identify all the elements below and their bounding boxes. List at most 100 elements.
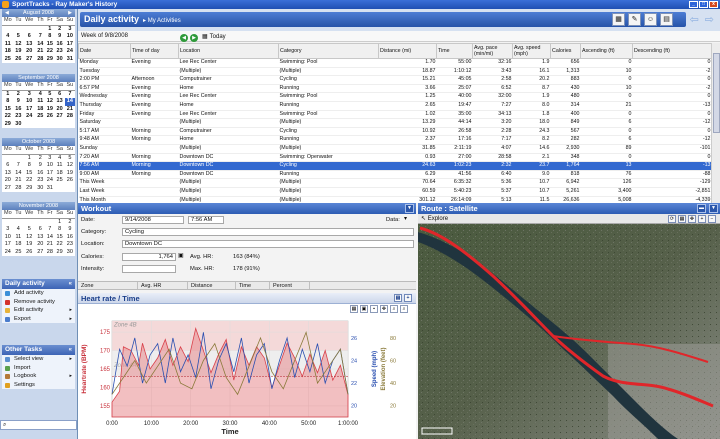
calendar-day[interactable]: 27 [35,249,45,257]
column-header[interactable]: Location [178,43,279,59]
calendar-day[interactable]: 13 [54,98,64,106]
calendar-day[interactable] [14,218,23,226]
table-row[interactable]: 9:00 AM Morning Downtown DC Running 6.29 41:5… [78,170,711,180]
calendar-day[interactable]: 16 [54,41,64,49]
zone-column-header[interactable]: Percent [270,282,310,289]
calendar-day[interactable]: 3 [2,226,14,234]
calendar-day[interactable]: 26 [65,177,75,185]
table-row[interactable]: Monday Evening Lee Rec Center Swimming: Poo… [78,58,711,68]
next-week-icon[interactable]: ▶ [190,33,198,42]
calendar-day[interactable]: 9 [14,98,23,106]
calendar-day[interactable]: 16 [65,234,75,242]
calendar-day[interactable]: 13 [35,234,45,242]
calendar-day[interactable]: 23 [54,48,64,56]
column-header[interactable]: Time of day [130,43,179,59]
calendar-day[interactable]: 6 [54,90,64,98]
prev-week-icon[interactable]: ◀ [180,33,188,42]
calendar-day[interactable]: 1 [45,25,54,33]
calendar-day[interactable]: 4 [35,90,45,98]
calendar-day[interactable]: 28 [14,185,23,193]
calendar-view-icon[interactable]: ▦ [612,13,625,26]
calendar-day[interactable]: 30 [14,121,23,129]
calendar-day[interactable]: 20 [2,177,14,185]
calendar-day[interactable]: 8 [45,33,54,41]
collapse-icon[interactable]: « [69,345,72,355]
table-row[interactable]: 2:00 PM Afternoon Computrainer Cycling 15.21… [78,75,711,85]
zoom-in-icon[interactable]: + [404,294,412,302]
calendar-day[interactable]: 7 [45,226,54,234]
calendar-day[interactable]: 21 [45,241,54,249]
task-item[interactable]: Edit activity ▸ [2,306,75,315]
calendar-day[interactable]: 25 [2,56,14,64]
calendar-day[interactable] [65,185,75,193]
calendar-day[interactable]: 6 [23,33,35,41]
calendar-day[interactable] [23,25,35,33]
calendar-day[interactable]: 27 [54,113,64,121]
table-row[interactable]: 7:56 AM Morning Downtown DC Cycling 24.63 1:0… [78,161,711,171]
calendar-day[interactable]: 17 [65,41,75,49]
calendar-day[interactable]: 9 [54,33,64,41]
zoom-out-icon[interactable]: − [708,215,716,223]
column-header[interactable]: Ascending (ft) [580,43,633,59]
task-item[interactable]: Add activity [2,289,75,298]
calendar-day[interactable]: 8 [23,162,35,170]
calendar-day[interactable] [45,218,54,226]
today-icon[interactable]: ▦ [202,32,208,43]
column-header[interactable]: Date [78,43,131,59]
calendar-day[interactable]: 29 [2,121,14,129]
data-dropdown-icon[interactable]: ▾ [404,216,407,222]
table-row[interactable]: 5:17 AM Morning Computrainer Cycling 10.92 26… [78,127,711,137]
calendar-day[interactable]: 28 [45,249,54,257]
calendar-day[interactable]: 26 [23,249,35,257]
table-row[interactable]: Sunday (Multiple) (Multiple) 31.85 2:11:19 4:… [78,144,711,154]
calendar-day[interactable]: 27 [2,185,14,193]
calendar-day[interactable]: 4 [14,226,23,234]
calendar-day[interactable]: 8 [54,226,64,234]
calendar-day[interactable]: 4 [54,154,64,162]
calendar-day[interactable]: 6 [35,226,45,234]
route-options-icon[interactable]: ▬ [697,204,706,213]
calendar-day[interactable]: 3 [65,25,75,33]
column-header[interactable]: Avg. pace (min/mi) [472,43,513,59]
calendar-day[interactable]: 15 [2,106,14,114]
calendar-day[interactable]: 2 [65,218,75,226]
calendar-day[interactable]: 17 [2,241,14,249]
task-item[interactable]: Logbook ▸ [2,372,75,381]
calendar-day[interactable] [2,218,14,226]
zoom-out-icon[interactable]: ⌕ [400,305,408,313]
grid-scrollbar[interactable] [711,43,720,203]
calendar-day[interactable]: 11 [2,41,14,49]
table-row[interactable]: This Month (Multiple) (Multiple) 301.12 26:1… [78,196,711,203]
collapse-icon[interactable]: « [69,279,72,289]
calendar-day[interactable]: 1 [54,218,64,226]
calendar-day[interactable]: 16 [14,106,23,114]
calendar-day[interactable]: 17 [45,170,54,178]
minimize-button[interactable]: _ [689,1,698,8]
calendar-day[interactable]: 22 [45,48,54,56]
prev-month-icon[interactable]: ◀ [5,9,9,17]
daily-activity-panel-header[interactable]: Daily activity « [2,279,75,289]
calendar-day[interactable]: 20 [35,241,45,249]
task-item[interactable]: Import [2,364,75,373]
zone-column-header[interactable]: Time [236,282,270,289]
calendar-day[interactable]: 30 [54,56,64,64]
calendar-day[interactable]: 31 [45,185,54,193]
calendar-day[interactable]: 31 [65,56,75,64]
calendar-day[interactable]: 20 [23,48,35,56]
calendar-day[interactable]: 16 [35,170,45,178]
calendar-day[interactable]: 18 [14,241,23,249]
calendar-day[interactable]: 27 [23,56,35,64]
calendar-day[interactable]: 14 [45,234,54,242]
calendar-day[interactable]: 22 [2,113,14,121]
search-box[interactable]: ⌕ [0,420,77,430]
calendar-day[interactable] [35,121,45,129]
table-row[interactable]: Last Week (Multiple) (Multiple) 60.59 5:40:2… [78,187,711,197]
calendar-day[interactable]: 11 [54,162,64,170]
close-button[interactable]: x [709,1,718,8]
calendar-day[interactable]: 6 [2,162,14,170]
calendar-day[interactable]: 2 [14,90,23,98]
map-icon[interactable]: ▦ [678,215,686,223]
calendar-day[interactable]: 30 [35,185,45,193]
calendar-day[interactable]: 23 [65,241,75,249]
task-item[interactable]: Select view ▸ [2,355,75,364]
